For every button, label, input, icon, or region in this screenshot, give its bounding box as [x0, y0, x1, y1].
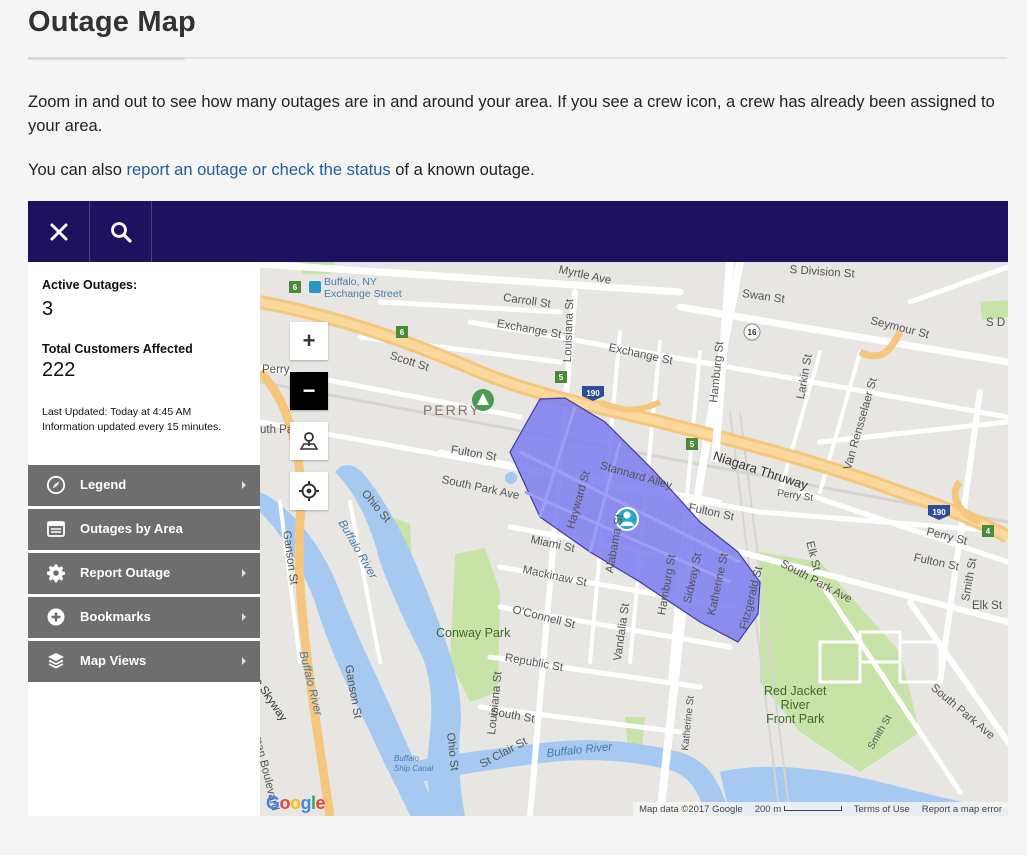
map-scale: 200 m — [749, 804, 848, 815]
active-outages-label: Active Outages: — [42, 278, 138, 292]
plus-circle-icon — [47, 608, 65, 626]
zoom-in-button[interactable]: + — [290, 322, 328, 360]
label-elk-st-2: Elk St — [972, 600, 1003, 612]
table-icon — [47, 521, 65, 537]
outage-map-app: Active Outages: 3 Total Customers Affect… — [28, 201, 1008, 816]
map-scale-label: 200 m — [754, 803, 782, 815]
map-attribution: Map data ©2017 Google 200 m Terms of Use… — [633, 802, 1008, 816]
chevron-right-icon — [242, 613, 246, 621]
compass-icon — [46, 475, 66, 495]
search-button[interactable] — [90, 201, 152, 262]
also-suffix: of a known outage. — [390, 161, 535, 179]
scale-bar — [783, 806, 842, 812]
also-prefix: You can also — [28, 161, 127, 179]
label-s-d: S D — [986, 317, 1006, 329]
customers-affected-label: Total Customers Affected — [42, 342, 193, 356]
svg-text:190: 190 — [586, 389, 600, 398]
menu-item-bookmarks[interactable]: Bookmarks — [28, 597, 260, 638]
title-divider-accent — [28, 57, 185, 60]
also-text: You can also report an outage or check t… — [28, 158, 535, 182]
svg-text:16: 16 — [748, 328, 757, 337]
menu-label-outages-by-area: Outages by Area — [80, 521, 183, 536]
menu-label-bookmarks: Bookmarks — [80, 609, 151, 624]
last-updated-text: Last Updated: Today at 4:45 AM Informati… — [42, 405, 221, 434]
customers-affected-value: 222 — [42, 359, 76, 381]
page-title: Outage Map — [28, 6, 196, 38]
map-data-credit: Map data ©2017 Google — [639, 803, 743, 815]
report-map-error-link[interactable]: Report a map error — [916, 804, 1008, 815]
sidebar: Active Outages: 3 Total Customers Affect… — [28, 262, 260, 816]
menu-item-report-outage[interactable]: Report Outage — [28, 553, 260, 594]
zoom-in-icon: + — [302, 328, 316, 353]
menu-label-report-outage: Report Outage — [80, 565, 171, 580]
search-icon — [110, 221, 132, 243]
report-outage-link[interactable]: report an outage or check the status — [126, 161, 390, 179]
zoom-out-button[interactable]: − — [290, 372, 328, 410]
close-button[interactable] — [28, 201, 90, 262]
map-toolbar — [28, 201, 1008, 262]
close-icon — [50, 223, 67, 240]
update-frequency-line: Information updated every 15 minutes. — [42, 420, 222, 433]
label-exchange-street-station: Buffalo, NY Exchange Street — [324, 276, 402, 300]
menu-item-map-views[interactable]: Map Views — [28, 641, 260, 682]
chevron-right-icon — [242, 481, 246, 489]
menu-label-legend: Legend — [80, 477, 127, 492]
label-south-park-west: uth Pa — [260, 424, 294, 436]
map-base-layer: 6 6 5 5 4 190 190 16 — [260, 262, 1008, 816]
svg-text:4: 4 — [986, 527, 991, 536]
chevron-right-icon — [242, 657, 246, 665]
my-location-button[interactable] — [290, 472, 328, 510]
label-conway-park: Conway Park — [436, 626, 511, 640]
last-updated-line: Last Updated: Today at 4:45 AM — [42, 406, 192, 418]
google-logo: Google — [266, 793, 326, 813]
label-red-jacket-park: Red Jacket River Front Park — [764, 684, 827, 726]
svg-text:6: 6 — [400, 328, 405, 337]
zoom-out-icon: − — [302, 378, 316, 403]
menu-label-map-views: Map Views — [80, 653, 147, 668]
terms-link[interactable]: Terms of Use — [848, 804, 916, 815]
gear-icon — [47, 564, 65, 583]
menu-item-legend[interactable]: Legend — [28, 465, 260, 506]
map-canvas[interactable]: 6 6 5 5 4 190 190 16 Myrtle Ave S Divisi… — [260, 262, 1008, 816]
active-outages-value: 3 — [42, 298, 54, 320]
svg-text:6: 6 — [293, 283, 298, 292]
crosshair-icon — [299, 481, 319, 501]
svg-text:5: 5 — [690, 440, 695, 449]
locate-address-button[interactable] — [290, 422, 328, 460]
intro-text: Zoom in and out to see how many outages … — [28, 93, 995, 135]
map-pin-person-icon — [299, 432, 319, 450]
label-buffalo-ship-canal: Buffalo Ship Canal — [394, 754, 434, 773]
svg-text:5: 5 — [559, 373, 564, 382]
sidebar-menu: Legend Outages by Area Report Outage Boo… — [28, 465, 260, 685]
layers-icon — [48, 653, 64, 669]
label-perry-west: Perry — [262, 364, 290, 376]
label-perry-neighborhood: PERRY — [423, 402, 481, 418]
chevron-right-icon — [242, 569, 246, 577]
label-louisiana-st: Louisiana St — [562, 298, 577, 363]
menu-item-outages-by-area[interactable]: Outages by Area — [28, 509, 260, 550]
svg-text:190: 190 — [932, 508, 946, 517]
